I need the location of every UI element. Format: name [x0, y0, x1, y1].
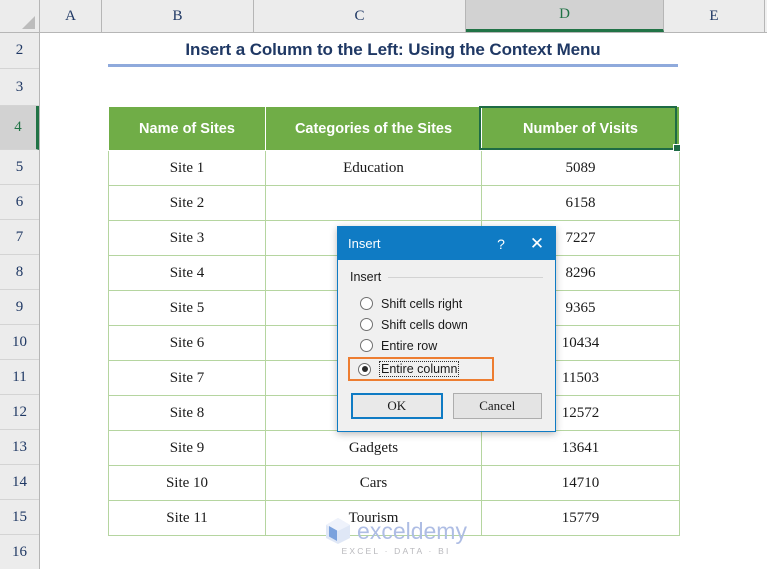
table-cell[interactable]: Site 7 — [109, 361, 266, 396]
radio-option-label: Entire row — [381, 339, 437, 353]
row-header-5[interactable]: 5 — [0, 150, 39, 185]
row-header-strip: 2345678910111213141516 — [0, 33, 40, 569]
row-header-10[interactable]: 10 — [0, 325, 39, 360]
row-header-8[interactable]: 8 — [0, 255, 39, 290]
dialog-group-label: Insert — [350, 270, 381, 284]
excel-screenshot: ABCDE 2345678910111213141516 Insert a Co… — [0, 0, 767, 569]
select-all-triangle-icon — [22, 16, 35, 29]
row-header-6[interactable]: 6 — [0, 185, 39, 220]
row-header-3[interactable]: 3 — [0, 69, 39, 106]
column-header-c[interactable]: C — [254, 0, 466, 32]
table-cell[interactable]: 6158 — [482, 186, 680, 221]
table-cell[interactable]: Site 11 — [109, 501, 266, 536]
cancel-button[interactable]: Cancel — [453, 393, 543, 419]
table-cell[interactable]: Site 1 — [109, 151, 266, 186]
row-header-14[interactable]: 14 — [0, 465, 39, 500]
header-categories[interactable]: Categories of the Sites — [266, 107, 482, 151]
ok-button[interactable]: OK — [351, 393, 443, 419]
dialog-group-header: Insert — [350, 270, 543, 284]
table-cell[interactable]: Site 9 — [109, 431, 266, 466]
table-cell[interactable]: Site 2 — [109, 186, 266, 221]
row-header-16[interactable]: 16 — [0, 535, 39, 569]
header-number-of-visits[interactable]: Number of Visits — [482, 107, 680, 151]
table-cell[interactable]: Cars — [266, 466, 482, 501]
dialog-titlebar[interactable]: Insert ? ✕ — [338, 227, 555, 260]
table-cell[interactable]: Site 6 — [109, 326, 266, 361]
table-row: Site 2 6158 — [109, 186, 680, 221]
row-header-4[interactable]: 4 — [0, 106, 39, 150]
radio-button-icon[interactable] — [360, 297, 373, 310]
row-header-13[interactable]: 13 — [0, 430, 39, 465]
radio-button-icon[interactable] — [360, 339, 373, 352]
radio-option-label: Shift cells right — [381, 297, 462, 311]
table-cell[interactable]: 5089 — [482, 151, 680, 186]
row-header-7[interactable]: 7 — [0, 220, 39, 255]
radio-option-entire-column[interactable]: Entire column — [348, 357, 494, 381]
column-header-b[interactable]: B — [102, 0, 254, 32]
insert-dialog[interactable]: Insert ? ✕ Insert Shift cells rightShift… — [337, 226, 556, 432]
column-header-strip: ABCDE — [0, 0, 767, 33]
radio-option-shift-cells-down[interactable]: Shift cells down — [350, 314, 543, 335]
table-cell[interactable]: Gadgets — [266, 431, 482, 466]
dialog-body: Insert Shift cells right Shift cells down… — [338, 260, 555, 431]
dialog-title: Insert — [348, 236, 483, 251]
row-header-9[interactable]: 9 — [0, 290, 39, 325]
column-header-e[interactable]: E — [664, 0, 765, 32]
select-all-corner[interactable] — [0, 0, 40, 32]
table-cell[interactable]: Site 10 — [109, 466, 266, 501]
table-cell[interactable] — [266, 186, 482, 221]
row-header-12[interactable]: 12 — [0, 395, 39, 430]
table-cell[interactable]: 14710 — [482, 466, 680, 501]
table-header-row: Name of Sites Categories of the Sites Nu… — [109, 107, 680, 151]
column-header-d[interactable]: D — [466, 0, 664, 32]
insert-options-list[interactable]: Shift cells right Shift cells down Entire … — [350, 293, 543, 381]
table-cell[interactable]: 13641 — [482, 431, 680, 466]
row-header-11[interactable]: 11 — [0, 360, 39, 395]
worksheet-grid[interactable]: Insert a Column to the Left: Using the C… — [41, 33, 767, 569]
table-cell[interactable]: Site 5 — [109, 291, 266, 326]
radio-option-entire-row[interactable]: Entire row — [350, 335, 543, 356]
close-icon[interactable]: ✕ — [519, 227, 555, 260]
table-row: Site 9Gadgets13641 — [109, 431, 680, 466]
column-header-a[interactable]: A — [40, 0, 102, 32]
table-row: Site 1Education5089 — [109, 151, 680, 186]
fill-handle[interactable] — [673, 144, 681, 152]
table-row: Site 11Tourism15779 — [109, 501, 680, 536]
title-underline — [108, 64, 678, 67]
radio-option-shift-cells-right[interactable]: Shift cells right — [350, 293, 543, 314]
row-header-2[interactable]: 2 — [0, 33, 39, 69]
help-icon[interactable]: ? — [483, 227, 519, 260]
page-title: Insert a Column to the Left: Using the C… — [108, 40, 678, 60]
row-header-15[interactable]: 15 — [0, 500, 39, 535]
dialog-group-rule — [388, 277, 543, 278]
table-cell[interactable]: 15779 — [482, 501, 680, 536]
watermark-tagline: EXCEL · DATA · BI — [281, 546, 511, 556]
table-cell[interactable]: Tourism — [266, 501, 482, 536]
table-cell[interactable]: Site 3 — [109, 221, 266, 256]
radio-option-label: Shift cells down — [381, 318, 468, 332]
radio-button-icon[interactable] — [358, 363, 371, 376]
radio-button-icon[interactable] — [360, 318, 373, 331]
table-cell[interactable]: Site 8 — [109, 396, 266, 431]
dialog-button-row: OK Cancel — [350, 393, 543, 419]
radio-option-label: Entire column — [379, 361, 459, 377]
table-row: Site 10Cars14710 — [109, 466, 680, 501]
table-cell[interactable]: Site 4 — [109, 256, 266, 291]
sheet-title-block: Insert a Column to the Left: Using the C… — [108, 40, 678, 67]
table-cell[interactable]: Education — [266, 151, 482, 186]
header-name-of-sites[interactable]: Name of Sites — [109, 107, 266, 151]
